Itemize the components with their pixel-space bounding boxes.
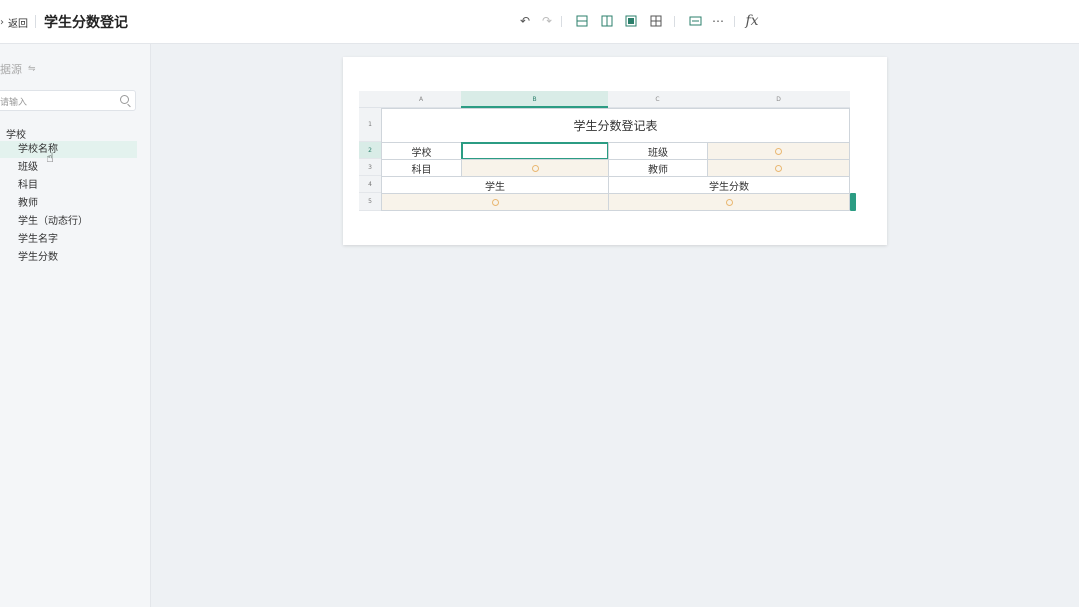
more-icon[interactable]: ⋯ — [710, 13, 726, 29]
hand-cursor-icon: ☝ — [46, 151, 54, 166]
field-marker-icon — [775, 164, 782, 172]
cell-student-field[interactable] — [381, 193, 609, 211]
back-button[interactable]: › 返回 — [0, 14, 28, 30]
cell-school-label[interactable]: 学校 — [381, 142, 462, 160]
row-header-1[interactable]: 1 — [359, 108, 381, 142]
cell-subject-label[interactable]: 科目 — [381, 159, 462, 177]
data-source-title: 据源 ⇋ — [0, 61, 36, 77]
data-source-label: 据源 — [0, 63, 22, 76]
arrow-left-icon: › — [0, 16, 4, 28]
page-title: 学生分数登记 — [44, 15, 128, 31]
insert-row-icon[interactable] — [574, 13, 590, 29]
tree-item-student-dynamic[interactable]: 学生（动态行） — [0, 213, 137, 230]
sheet-corner[interactable] — [359, 91, 381, 108]
row-header-5[interactable]: 5 — [359, 193, 381, 211]
cell-teacher-field[interactable] — [707, 159, 850, 177]
sidebar: 据源 ⇋ 请输入 学校 学校名称 班级 科目 教师 学生（动态行） 学生名字 学… — [0, 44, 151, 607]
row-resize-handle[interactable] — [850, 193, 856, 211]
cell-school-value[interactable] — [461, 142, 609, 160]
sheet-canvas: A B C D 1 2 3 4 5 学生分数登记表 学校 班级 科目 教师 学生… — [343, 57, 887, 245]
tree-item-student-score[interactable]: 学生分数 — [0, 249, 137, 266]
search-input[interactable]: 请输入 — [0, 90, 136, 111]
column-header-d[interactable]: D — [707, 91, 850, 108]
cell-score-label[interactable]: 学生分数 — [608, 176, 850, 194]
formula-icon[interactable]: fx — [744, 13, 760, 29]
cell-class-label[interactable]: 班级 — [608, 142, 708, 160]
undo-icon[interactable]: ↶ — [517, 13, 533, 29]
field-marker-icon — [491, 198, 499, 206]
redo-icon[interactable]: ↷ — [539, 13, 555, 29]
tree-item-teacher[interactable]: 教师 — [0, 195, 137, 212]
toolbar-divider — [734, 16, 735, 27]
swap-icon[interactable]: ⇋ — [28, 64, 36, 74]
back-label: 返回 — [8, 18, 28, 30]
column-header-c[interactable]: C — [608, 91, 707, 108]
tree-root[interactable]: 学校 — [6, 126, 26, 141]
tree-item-class[interactable]: 班级 — [0, 159, 137, 176]
field-marker-icon — [725, 198, 733, 206]
toolbar-divider — [674, 16, 675, 27]
tree-item-school-name[interactable]: 学校名称 — [0, 141, 137, 158]
tree-item-student-name[interactable]: 学生名字 — [0, 231, 137, 248]
row-header-2[interactable]: 2 — [359, 142, 381, 159]
search-placeholder: 请输入 — [0, 98, 28, 108]
divider — [35, 15, 36, 28]
row-header-4[interactable]: 4 — [359, 176, 381, 193]
field-marker-icon — [531, 164, 539, 172]
search-icon — [120, 95, 129, 104]
border-icon[interactable] — [648, 13, 664, 29]
cell-subject-field[interactable] — [461, 159, 609, 177]
column-header-a[interactable]: A — [381, 91, 461, 108]
cell-student-label[interactable]: 学生 — [381, 176, 609, 194]
toolbar-divider — [561, 16, 562, 27]
cell-score-field[interactable] — [608, 193, 850, 211]
row-header-3[interactable]: 3 — [359, 159, 381, 176]
cell-teacher-label[interactable]: 教师 — [608, 159, 708, 177]
top-bar: › 返回 学生分数登记 ↶ ↷ ⋯ fx — [0, 0, 1079, 44]
cell-class-field[interactable] — [707, 142, 850, 160]
tree-item-subject[interactable]: 科目 — [0, 177, 137, 194]
sheet-title-cell[interactable]: 学生分数登记表 — [381, 108, 850, 143]
image-icon[interactable] — [687, 13, 703, 29]
merge-cells-icon[interactable] — [623, 13, 639, 29]
column-header-b[interactable]: B — [461, 91, 608, 108]
insert-column-icon[interactable] — [599, 13, 615, 29]
field-marker-icon — [775, 147, 782, 155]
